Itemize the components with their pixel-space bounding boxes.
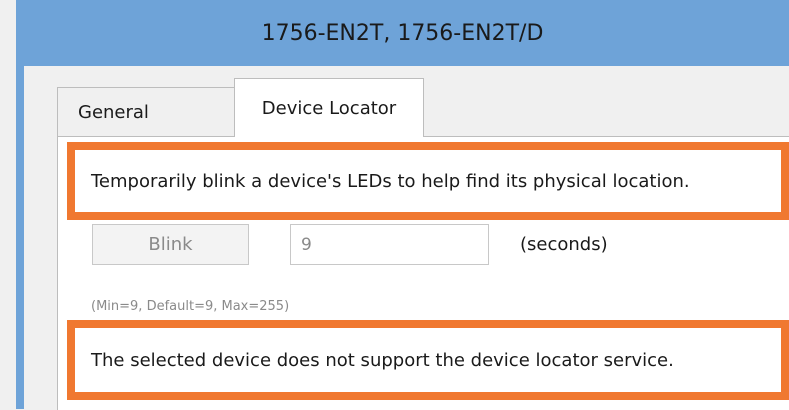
status-callout: The selected device does not support the…	[67, 320, 789, 400]
blink-seconds-input[interactable]: 9	[290, 224, 489, 265]
background-left-edge	[0, 0, 16, 409]
blink-button[interactable]: Blink	[92, 224, 249, 265]
tab-device-locator[interactable]: Device Locator	[234, 78, 424, 137]
tab-general[interactable]: General	[57, 87, 235, 137]
range-hint: (Min=9, Default=9, Max=255)	[91, 299, 290, 314]
status-message: The selected device does not support the…	[91, 349, 674, 371]
seconds-unit-label: (seconds)	[520, 234, 608, 255]
dialog-body: General Device Locator Temporarily blink…	[24, 66, 789, 410]
description-callout: Temporarily blink a device's LEDs to hel…	[67, 142, 789, 220]
description-text: Temporarily blink a device's LEDs to hel…	[91, 170, 690, 192]
window-title: 1756-EN2T, 1756-EN2T/D	[261, 20, 544, 46]
